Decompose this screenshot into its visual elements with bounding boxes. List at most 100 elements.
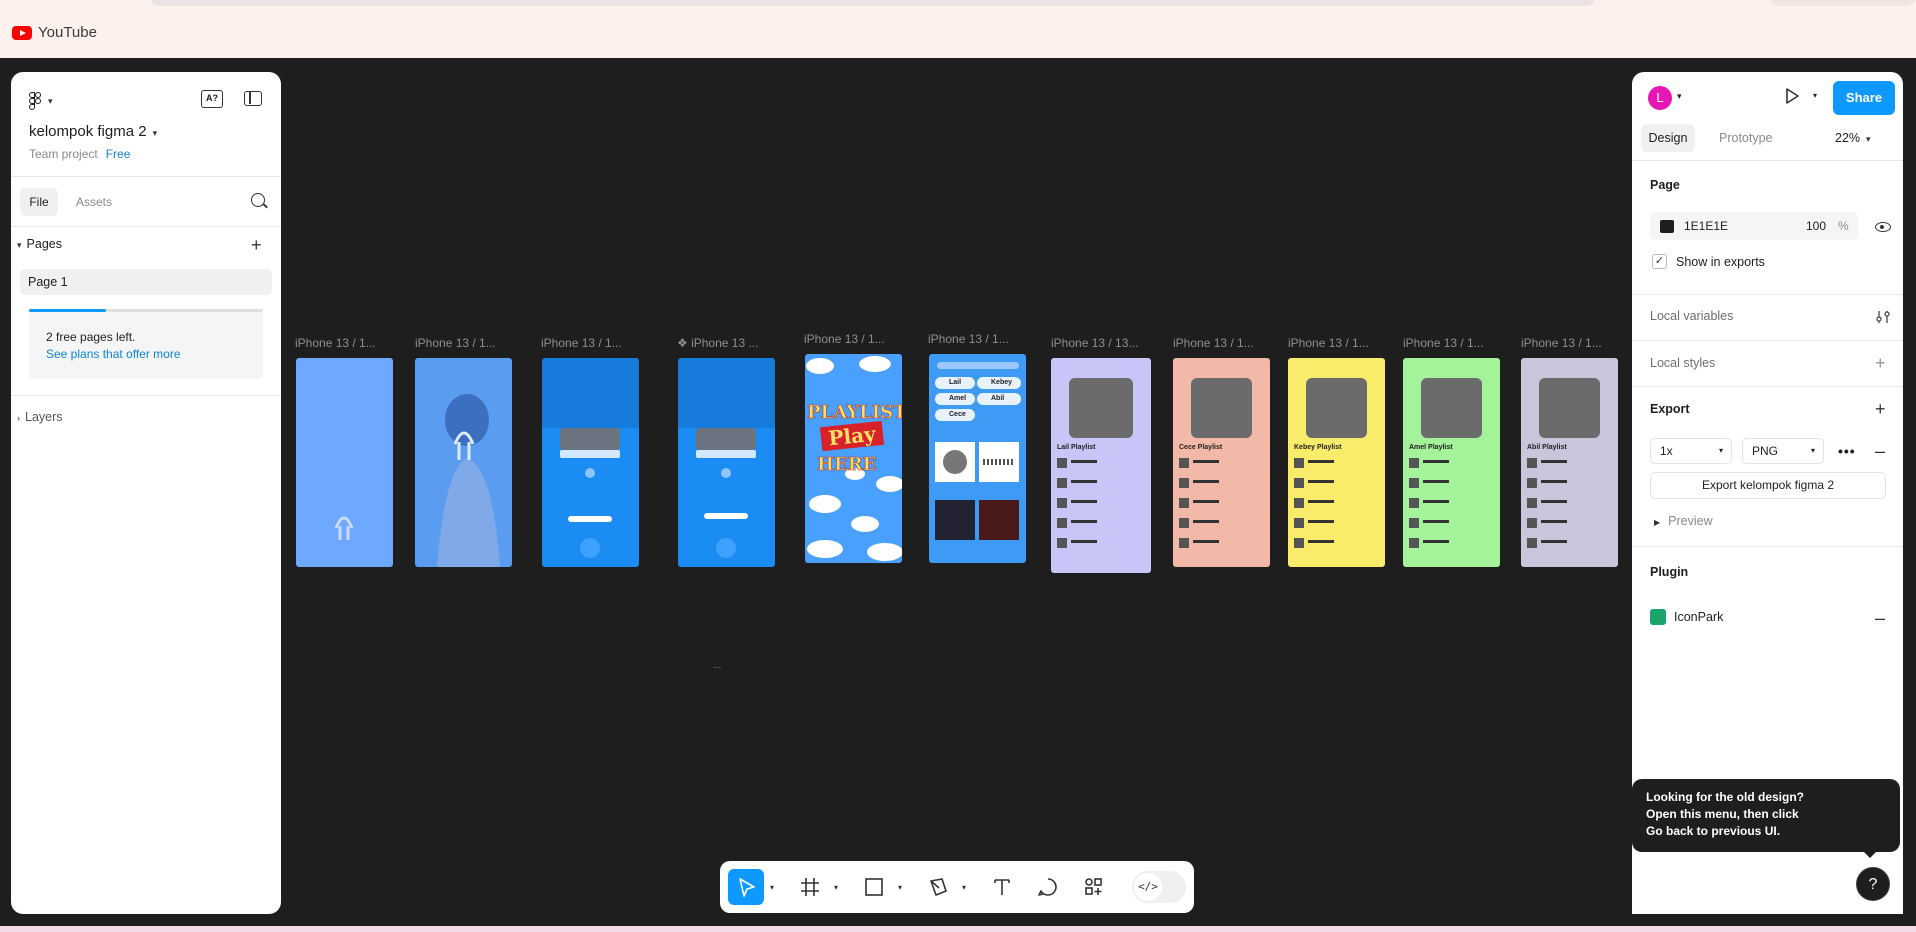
song-title-line <box>1193 520 1219 523</box>
frame-label[interactable]: iPhone 13 / 1... <box>928 332 1009 346</box>
frame-label[interactable]: iPhone 13 / 1... <box>1403 336 1484 350</box>
chevron-down-icon[interactable]: ▾ <box>898 883 902 892</box>
background-opacity[interactable]: 100 <box>1806 219 1826 233</box>
frame-tool-button[interactable] <box>792 869 828 905</box>
tab-design[interactable]: Design <box>1641 124 1695 152</box>
zoom-dropdown[interactable]: 22% ▾ <box>1835 124 1871 152</box>
page-item-page-1[interactable]: Page 1 <box>20 269 272 295</box>
song-title-line <box>1423 520 1449 523</box>
song-thumbnail <box>1179 478 1189 488</box>
export-format-select[interactable]: PNG ▾ <box>1742 438 1824 464</box>
actions-tool-button[interactable] <box>1076 869 1112 905</box>
iphone-frame-kebey-playlist[interactable]: Kebey Playlist <box>1288 358 1385 567</box>
here-text: HERE <box>817 454 877 476</box>
iphone-frame-login[interactable] <box>542 358 639 567</box>
iphone-frame-photo[interactable] <box>415 358 512 567</box>
plugin-name[interactable]: IconPark <box>1674 610 1723 624</box>
frame-label[interactable]: iPhone 13 / 1... <box>1521 336 1602 350</box>
pen-tool-button[interactable] <box>920 869 956 905</box>
help-button[interactable]: ? <box>1856 867 1890 901</box>
song-title-line <box>1071 480 1097 483</box>
add-style-icon[interactable]: + <box>1875 354 1886 372</box>
local-variables-title[interactable]: Local variables <box>1650 309 1733 323</box>
color-swatch[interactable] <box>1660 220 1674 233</box>
iphone-frame-playlist-here[interactable]: PLAYLIST Play HERE <box>805 354 902 563</box>
chevron-down-icon[interactable]: ▾ <box>834 883 838 892</box>
frame-art <box>296 358 393 567</box>
frame-label[interactable]: iPhone 13 / 1... <box>541 336 622 350</box>
frame-label[interactable]: iPhone 13 / 1... <box>295 336 376 350</box>
frame-label[interactable]: iPhone 13 / 1... <box>804 332 885 346</box>
page-background-field[interactable]: 1E1E1E 100 % <box>1650 212 1858 240</box>
remove-export-icon[interactable]: – <box>1875 442 1885 460</box>
chevron-down-icon[interactable]: ▾ <box>1813 91 1817 100</box>
dev-mode-toggle[interactable]: </> <box>1132 871 1186 903</box>
playlist-cover <box>1069 378 1133 438</box>
more-options-icon[interactable]: ••• <box>1838 443 1856 459</box>
tab-prototype[interactable]: Prototype <box>1719 124 1773 152</box>
iphone-frame-login-component[interactable] <box>678 358 775 567</box>
playlist-art <box>1057 378 1133 548</box>
remove-plugin-icon[interactable]: – <box>1875 609 1885 627</box>
iphone-frame-home[interactable]: Lail Kebey Amel Abil Cece <box>929 354 1026 563</box>
frame-label[interactable]: iPhone 13 / 1... <box>1288 336 1369 350</box>
frame-label[interactable]: iPhone 13 / 13... <box>1051 336 1138 350</box>
comment-tool-button[interactable] <box>1030 869 1066 905</box>
chevron-down-icon[interactable]: ▾ <box>770 883 774 892</box>
iphone-frame-amel-playlist[interactable]: Amel Playlist <box>1403 358 1500 567</box>
text-tool-button[interactable] <box>984 869 1020 905</box>
variables-icon[interactable] <box>1875 309 1891 325</box>
font-check-icon[interactable]: A? <box>201 90 223 108</box>
browser-control[interactable] <box>1770 0 1916 6</box>
song-title-line <box>1193 480 1219 483</box>
add-export-icon[interactable]: + <box>1875 400 1886 418</box>
song-title-line <box>1193 540 1219 543</box>
chevron-down-icon[interactable]: ▾ <box>962 883 966 892</box>
export-button[interactable]: Export kelompok figma 2 <box>1650 472 1886 499</box>
local-styles-title[interactable]: Local styles <box>1650 356 1715 370</box>
chevron-down-icon[interactable]: ▾ <box>1677 91 1682 102</box>
present-play-icon[interactable] <box>1783 87 1801 105</box>
tab-assets[interactable]: Assets <box>76 188 112 216</box>
song-thumbnail <box>1294 518 1304 528</box>
song-title-line <box>1308 460 1334 463</box>
youtube-label[interactable]: YouTube <box>38 24 97 41</box>
song-thumbnail <box>1409 458 1419 468</box>
background-hex[interactable]: 1E1E1E <box>1684 219 1728 233</box>
eye-icon[interactable] <box>1875 222 1891 232</box>
project-name-menu[interactable]: kelompok figma 2 ▾ <box>29 123 157 140</box>
toggle-sidebar-icon[interactable] <box>244 91 262 106</box>
see-plans-link[interactable]: See plans that offer more <box>46 347 181 361</box>
share-button[interactable]: Share <box>1833 81 1895 115</box>
add-page-icon[interactable]: + <box>251 236 262 254</box>
main-menu-button[interactable]: ▾ <box>29 90 65 112</box>
layers-heading[interactable]: › Layers <box>17 410 63 424</box>
avatar[interactable]: L <box>1648 86 1672 110</box>
export-scale-select[interactable]: 1x ▾ <box>1650 438 1732 464</box>
move-tool-button[interactable] <box>728 869 764 905</box>
playlist-art <box>1179 378 1252 548</box>
shape-tool-button[interactable] <box>856 869 892 905</box>
frame-label[interactable]: iPhone 13 / 1... <box>1173 336 1254 350</box>
plan-badge[interactable]: Free <box>106 147 131 161</box>
iphone-frame-splash[interactable] <box>296 358 393 567</box>
show-in-exports-checkbox[interactable]: ✓ <box>1652 254 1667 269</box>
iphone-frame-lail-playlist[interactable]: Lail Playlist <box>1051 358 1151 573</box>
pages-heading[interactable]: ▾ Pages <box>17 237 62 251</box>
preview-toggle[interactable]: ▶ Preview <box>1654 514 1713 528</box>
frame-label[interactable]: iPhone 13 / 1... <box>415 336 496 350</box>
team-name[interactable]: Team project <box>29 147 98 161</box>
chevron-down-icon: ▾ <box>1718 446 1723 455</box>
tab-file[interactable]: File <box>20 188 58 216</box>
rectangle-icon <box>865 878 883 896</box>
search-icon[interactable] <box>251 193 265 207</box>
free-pages-text: 2 free pages left. <box>46 330 136 344</box>
song-title-line <box>1541 540 1567 543</box>
bottom-toolbar: ▾ ▾ ▾ ▾ </> <box>720 861 1194 913</box>
iphone-frame-cece-playlist[interactable]: Cece Playlist <box>1173 358 1270 567</box>
song-thumbnail <box>1527 478 1537 488</box>
frame-label[interactable]: ❖ iPhone 13 ... <box>677 336 758 350</box>
iphone-frame-abil-playlist[interactable]: Abil Playlist <box>1521 358 1618 567</box>
pen-icon <box>930 878 947 896</box>
address-bar[interactable] <box>150 0 1595 6</box>
